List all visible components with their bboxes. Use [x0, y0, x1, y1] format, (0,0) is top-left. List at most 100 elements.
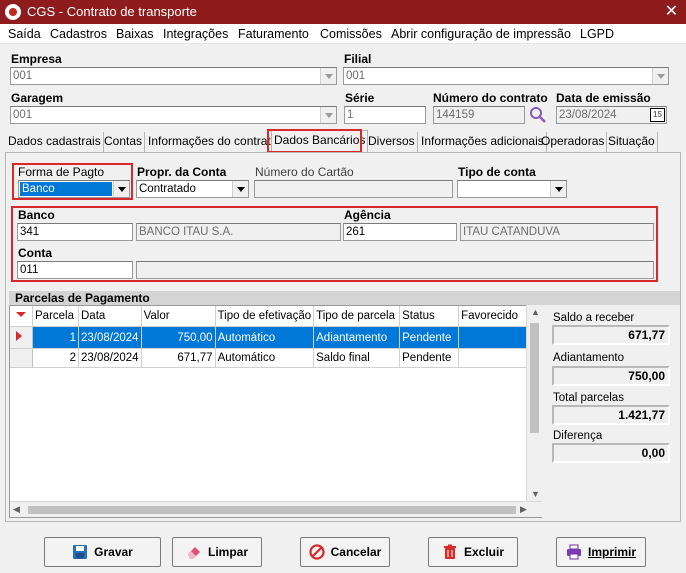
tipo-conta-label: Tipo de conta [458, 165, 536, 179]
cell-tipo-parcela: Adiantamento [313, 326, 401, 349]
parcelas-grid[interactable]: Parcela Data Valor Tipo de efetivação Ti… [9, 305, 542, 518]
table-row[interactable]: 1 23/08/2024 750,00 Automático Adiantame… [10, 326, 533, 349]
vertical-scroll-thumb[interactable] [530, 323, 539, 433]
cell-valor: 750,00 [141, 326, 216, 349]
limpar-label: Limpar [207, 545, 248, 559]
conta-input[interactable]: 011 [17, 261, 133, 279]
col-parcela[interactable]: Parcela [32, 306, 79, 327]
scroll-right-icon[interactable]: ▶ [520, 504, 527, 515]
col-tipo-parcela[interactable]: Tipo de parcela [313, 306, 401, 327]
empresa-label: Empresa [11, 52, 62, 66]
cell-status: Pendente [399, 348, 460, 368]
agencia-code-input[interactable]: 261 [343, 223, 457, 241]
tab-situacao[interactable]: Situação [606, 132, 658, 152]
cancelar-button[interactable]: Cancelar [300, 537, 390, 567]
tab-informacoes-adicionais[interactable]: Informações adicionais [419, 132, 547, 152]
grid-header-row: Parcela Data Valor Tipo de efetivação Ti… [10, 306, 533, 327]
col-tipo-efetivacao[interactable]: Tipo de efetivação [215, 306, 315, 327]
tab-operadoras[interactable]: Operadoras [539, 132, 608, 152]
eraser-icon [187, 547, 200, 559]
search-icon[interactable] [529, 106, 547, 124]
cell-valor: 671,77 [141, 348, 216, 368]
tab-contas[interactable]: Contas [102, 132, 146, 152]
cell-parcela: 1 [32, 326, 79, 349]
dropdown-arrow-icon[interactable] [320, 68, 336, 84]
excluir-label: Excluir [463, 545, 505, 559]
empresa-select[interactable]: 001 [10, 67, 337, 85]
dropdown-arrow-icon[interactable] [652, 68, 668, 84]
imprimir-label: Imprimir [587, 545, 636, 559]
table-row[interactable]: 2 23/08/2024 671,77 Automático Saldo fin… [10, 348, 533, 368]
printer-icon [566, 544, 581, 560]
excluir-button[interactable]: Excluir [428, 537, 518, 567]
diferenca-label: Diferença [553, 430, 603, 442]
filial-select[interactable]: 001 [343, 67, 669, 85]
menu-integracoes[interactable]: Integrações [163, 27, 228, 41]
parcelas-header: Parcelas de Pagamento [9, 291, 680, 305]
window-title: CGS - Contrato de transporte [27, 4, 197, 19]
propr-conta-select[interactable]: Contratado [136, 180, 249, 198]
forma-pagto-value: Banco [20, 182, 112, 196]
numero-contrato-label: Número do contrato [433, 91, 548, 105]
limpar-button[interactable]: Limpar [172, 537, 262, 567]
dropdown-arrow-icon[interactable] [320, 107, 336, 123]
horizontal-scroll-thumb[interactable] [28, 506, 516, 514]
cancelar-label: Cancelar [330, 545, 382, 559]
numero-cartao-label: Número do Cartão [255, 165, 354, 179]
tab-diversos[interactable]: Diversos [366, 132, 418, 152]
col-status[interactable]: Status [399, 306, 460, 327]
agencia-label: Agência [344, 208, 391, 222]
trash-icon [443, 544, 456, 559]
grid-vertical-scrollbar[interactable]: ▲ ▼ [526, 305, 542, 502]
data-emissao-input[interactable]: 23/08/2024 15 [556, 106, 667, 124]
menu-baixas[interactable]: Baixas [116, 27, 154, 41]
conta-label: Conta [18, 246, 52, 260]
banco-label: Banco [18, 208, 55, 222]
menu-bar: Saída Cadastros Baixas Integrações Fatur… [0, 24, 686, 44]
forma-pagto-select[interactable]: Banco [18, 180, 130, 198]
numero-contrato-input[interactable]: 144159 [433, 106, 525, 124]
data-emissao-label: Data de emissão [556, 91, 651, 105]
numero-cartao-input[interactable] [254, 180, 453, 198]
dropdown-arrow-icon[interactable] [113, 181, 129, 197]
scroll-down-icon[interactable]: ▼ [531, 489, 540, 499]
gravar-label: Gravar [94, 545, 133, 559]
filial-label: Filial [344, 52, 372, 66]
app-logo-icon [5, 4, 21, 20]
serie-input[interactable]: 1 [344, 106, 426, 124]
col-valor[interactable]: Valor [141, 306, 216, 327]
saldo-value: 671,77 [552, 325, 670, 345]
menu-lgpd[interactable]: LGPD [580, 27, 614, 41]
imprimir-button[interactable]: Imprimir [556, 537, 646, 567]
dropdown-arrow-icon[interactable] [232, 181, 248, 197]
grid-corner [10, 306, 33, 327]
propr-conta-label: Propr. da Conta [137, 165, 227, 179]
menu-cadastros[interactable]: Cadastros [50, 27, 107, 41]
scroll-left-icon[interactable]: ◀ [13, 504, 20, 515]
col-favorecido[interactable]: Favorecido [458, 306, 533, 327]
filial-value: 001 [346, 70, 366, 82]
propr-conta-value: Contratado [139, 183, 196, 195]
tab-informacoes-contrato[interactable]: Informações do contrato [146, 132, 281, 152]
row-indicator [10, 326, 33, 349]
grid-horizontal-scrollbar[interactable]: ◀ ▶ [10, 501, 542, 517]
sort-arrow-icon[interactable] [12, 306, 30, 323]
menu-abrir-config-impressao[interactable]: Abrir configuração de impressão [391, 27, 571, 41]
close-icon[interactable]: ✕ [657, 0, 686, 24]
gravar-button[interactable]: Gravar [44, 537, 161, 567]
banco-code-input[interactable]: 341 [17, 223, 133, 241]
garagem-select[interactable]: 001 [10, 106, 337, 124]
garagem-label: Garagem [11, 91, 64, 105]
scroll-up-icon[interactable]: ▲ [531, 307, 540, 317]
cancel-icon [309, 544, 325, 560]
dropdown-arrow-icon[interactable] [550, 181, 566, 197]
calendar-icon[interactable]: 15 [650, 108, 665, 122]
total-parcelas-label: Total parcelas [553, 392, 624, 404]
menu-faturamento[interactable]: Faturamento [238, 27, 309, 41]
tab-dados-cadastrais[interactable]: Dados cadastrais [6, 132, 104, 152]
cell-favorecido [458, 348, 533, 368]
menu-comissoes[interactable]: Comissões [320, 27, 382, 41]
menu-saida[interactable]: Saída [8, 27, 41, 41]
col-data[interactable]: Data [78, 306, 142, 327]
tipo-conta-select[interactable] [457, 180, 567, 198]
